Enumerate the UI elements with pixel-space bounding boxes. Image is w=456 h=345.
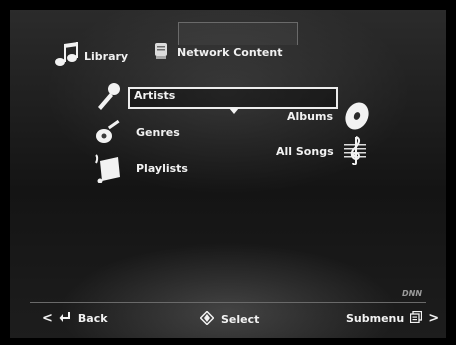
network-drive-icon	[153, 42, 169, 63]
menu-item-albums[interactable]: Albums	[287, 110, 333, 123]
media-player-screen: Library Network Content Artists Genres P…	[0, 0, 456, 345]
chevron-left-icon: <	[42, 311, 53, 326]
submenu-button[interactable]: Submenu >	[346, 310, 440, 326]
menu-item-artists[interactable]: Artists	[134, 89, 175, 102]
tab-library-label: Library	[84, 50, 129, 63]
select-button[interactable]: Select	[199, 310, 260, 328]
cursor-indicator	[229, 108, 239, 114]
treble-clef-icon	[342, 135, 368, 169]
tab-network-content[interactable]: Network Content	[153, 42, 282, 63]
playlist-icon	[94, 153, 124, 187]
back-button[interactable]: < Back	[42, 311, 108, 326]
dpad-icon	[199, 310, 215, 328]
microphone-icon	[94, 81, 122, 115]
disc-icon	[342, 100, 372, 136]
tab-library[interactable]: Library	[52, 40, 128, 73]
menu-item-playlists[interactable]: Playlists	[136, 162, 188, 175]
chevron-right-icon: >	[428, 311, 440, 326]
dnn-logo: DNN	[402, 289, 423, 298]
submenu-icon	[410, 310, 423, 326]
return-arrow-icon	[59, 311, 71, 326]
select-label: Select	[221, 313, 260, 326]
menu-item-genres[interactable]: Genres	[136, 126, 180, 139]
guitar-icon	[94, 117, 124, 149]
music-notes-icon	[52, 40, 84, 73]
back-label: Back	[77, 312, 108, 325]
submenu-label: Submenu	[346, 312, 405, 325]
footer-divider	[30, 302, 426, 303]
menu-item-all-songs[interactable]: All Songs	[276, 145, 334, 158]
tab-network-content-label: Network Content	[177, 46, 283, 59]
